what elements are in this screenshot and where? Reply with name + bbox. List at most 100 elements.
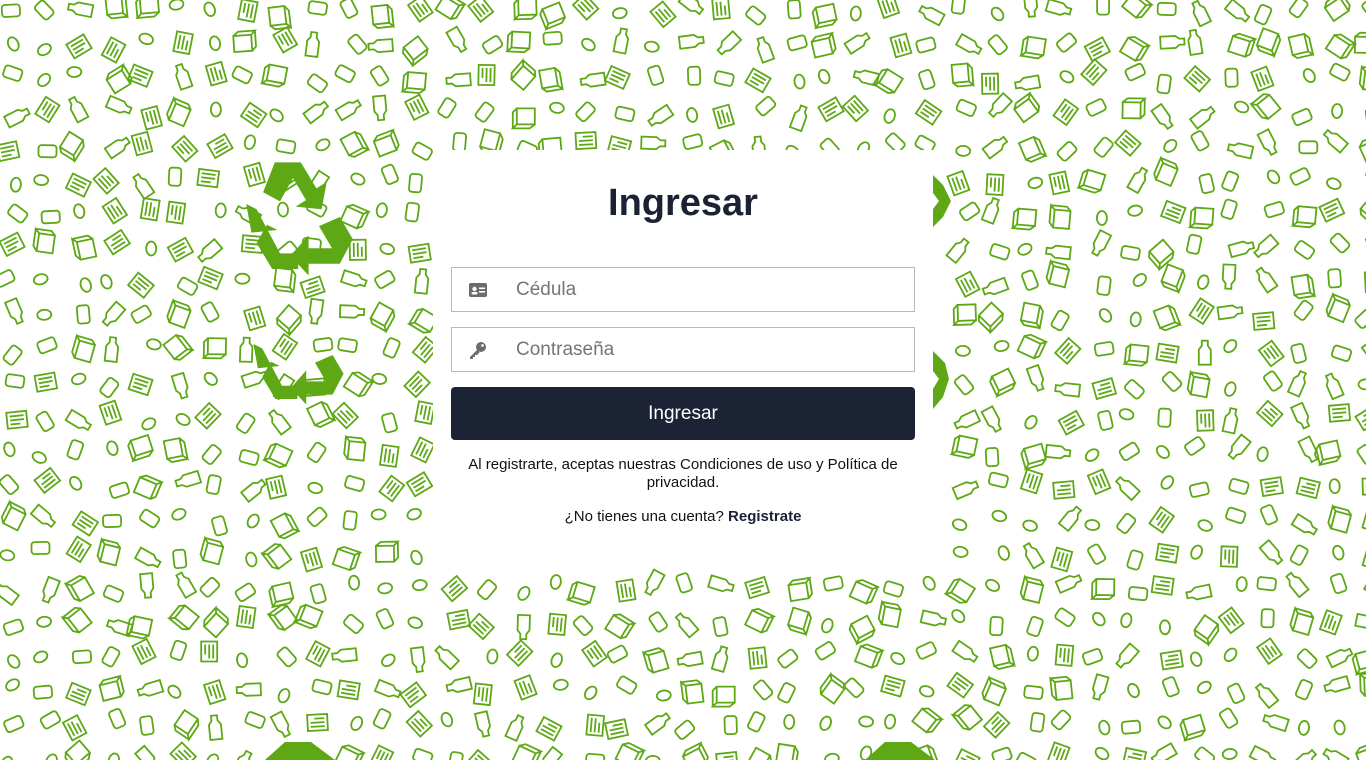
doodle-item	[1054, 607, 1076, 628]
doodle-item	[382, 337, 401, 359]
doodle-item	[306, 713, 329, 732]
doodle-item	[272, 25, 299, 54]
doodle-item	[615, 578, 637, 603]
doodle-item	[1022, 519, 1038, 532]
doodle-item	[405, 471, 434, 498]
cedula-input[interactable]	[516, 268, 906, 311]
doodle-item	[655, 689, 672, 702]
doodle-item	[369, 301, 396, 334]
doodle-item	[200, 301, 220, 323]
doodle-item	[1255, 27, 1282, 59]
doodle-item	[817, 68, 831, 85]
doodle-item	[679, 679, 705, 705]
doodle-item	[542, 30, 563, 46]
doodle-item	[1286, 369, 1308, 398]
doodle-item	[377, 582, 394, 595]
doodle-item	[1120, 245, 1141, 261]
doodle-item	[244, 711, 266, 729]
doodle-item	[269, 108, 284, 123]
doodle-item	[988, 643, 1016, 670]
doodle-item	[209, 35, 221, 52]
doodle-item	[92, 166, 121, 195]
doodle-item	[1116, 513, 1137, 534]
doodle-item	[1198, 173, 1215, 195]
doodle-item	[1354, 404, 1366, 432]
doodle-item	[342, 510, 358, 531]
doodle-item	[1252, 311, 1276, 331]
doodle-item	[1096, 0, 1110, 16]
doodle-item	[1358, 64, 1366, 93]
doodle-item	[108, 708, 127, 730]
doodle-item	[951, 480, 980, 501]
doodle-item	[644, 754, 661, 760]
doodle-item	[1250, 65, 1275, 93]
doodle-item	[71, 510, 100, 537]
doodle-item	[166, 604, 201, 631]
doodle-item	[1197, 274, 1210, 290]
doodle-item	[1262, 714, 1290, 733]
doodle-item	[367, 38, 394, 54]
doodle-item	[268, 581, 295, 609]
doodle-item	[987, 91, 1014, 119]
doodle-item	[33, 650, 49, 664]
recycle-icon	[865, 742, 935, 760]
doodle-item	[246, 513, 260, 529]
doodle-item	[1160, 263, 1186, 295]
doodle-item	[1224, 67, 1239, 88]
cedula-field[interactable]	[451, 267, 915, 312]
doodle-item	[1219, 545, 1239, 568]
doodle-item	[950, 62, 975, 88]
login-button[interactable]: Ingresar	[451, 387, 915, 440]
recycle-icon	[933, 175, 951, 227]
doodle-item	[1026, 615, 1044, 638]
doodle-item	[1015, 751, 1038, 760]
doodle-item	[1293, 240, 1316, 260]
doodle-item	[413, 267, 430, 295]
doodle-item	[202, 605, 230, 639]
doodle-item	[585, 752, 606, 760]
doodle-item	[378, 443, 400, 468]
doodle-item	[404, 201, 421, 223]
doodle-item	[1054, 573, 1083, 594]
doodle-item	[1218, 707, 1239, 729]
doodle-item	[235, 682, 262, 697]
doodle-item	[951, 609, 966, 624]
register-link[interactable]: Registrate	[728, 508, 801, 525]
page-title: Ingresar	[608, 182, 758, 224]
doodle-item	[1259, 504, 1279, 526]
doodle-item	[1057, 409, 1086, 436]
doodle-item	[1235, 576, 1248, 592]
doodle-item	[1323, 675, 1352, 693]
doodle-item	[370, 3, 395, 29]
doodle-item	[877, 599, 902, 629]
doodle-item	[204, 60, 228, 87]
doodle-item	[434, 644, 461, 671]
doodle-item	[1197, 339, 1212, 366]
doodle-item	[603, 613, 637, 640]
doodle-item	[876, 0, 901, 20]
doodle-item	[260, 543, 293, 571]
doodle-item	[1050, 709, 1072, 731]
doodle-item	[200, 640, 219, 663]
doodle-item	[1225, 506, 1247, 525]
doodle-item	[101, 646, 121, 668]
doodle-item	[102, 513, 123, 529]
doodle-item	[674, 612, 700, 639]
doodle-item	[1256, 446, 1269, 463]
doodle-item	[1120, 0, 1154, 19]
doodle-item	[1021, 269, 1039, 291]
doodle-item	[331, 545, 363, 572]
password-input[interactable]	[516, 328, 906, 371]
doodle-item	[206, 753, 220, 760]
doodle-item	[819, 715, 832, 731]
doodle-item	[1333, 719, 1346, 736]
doodle-item	[547, 612, 568, 637]
doodle-item	[0, 3, 21, 18]
doodle-item	[101, 196, 129, 225]
doodle-item	[677, 34, 705, 50]
password-field[interactable]	[451, 327, 915, 372]
doodle-item	[1132, 273, 1147, 287]
doodle-item	[951, 518, 968, 531]
doodle-item	[756, 35, 776, 64]
doodle-item	[753, 679, 774, 701]
